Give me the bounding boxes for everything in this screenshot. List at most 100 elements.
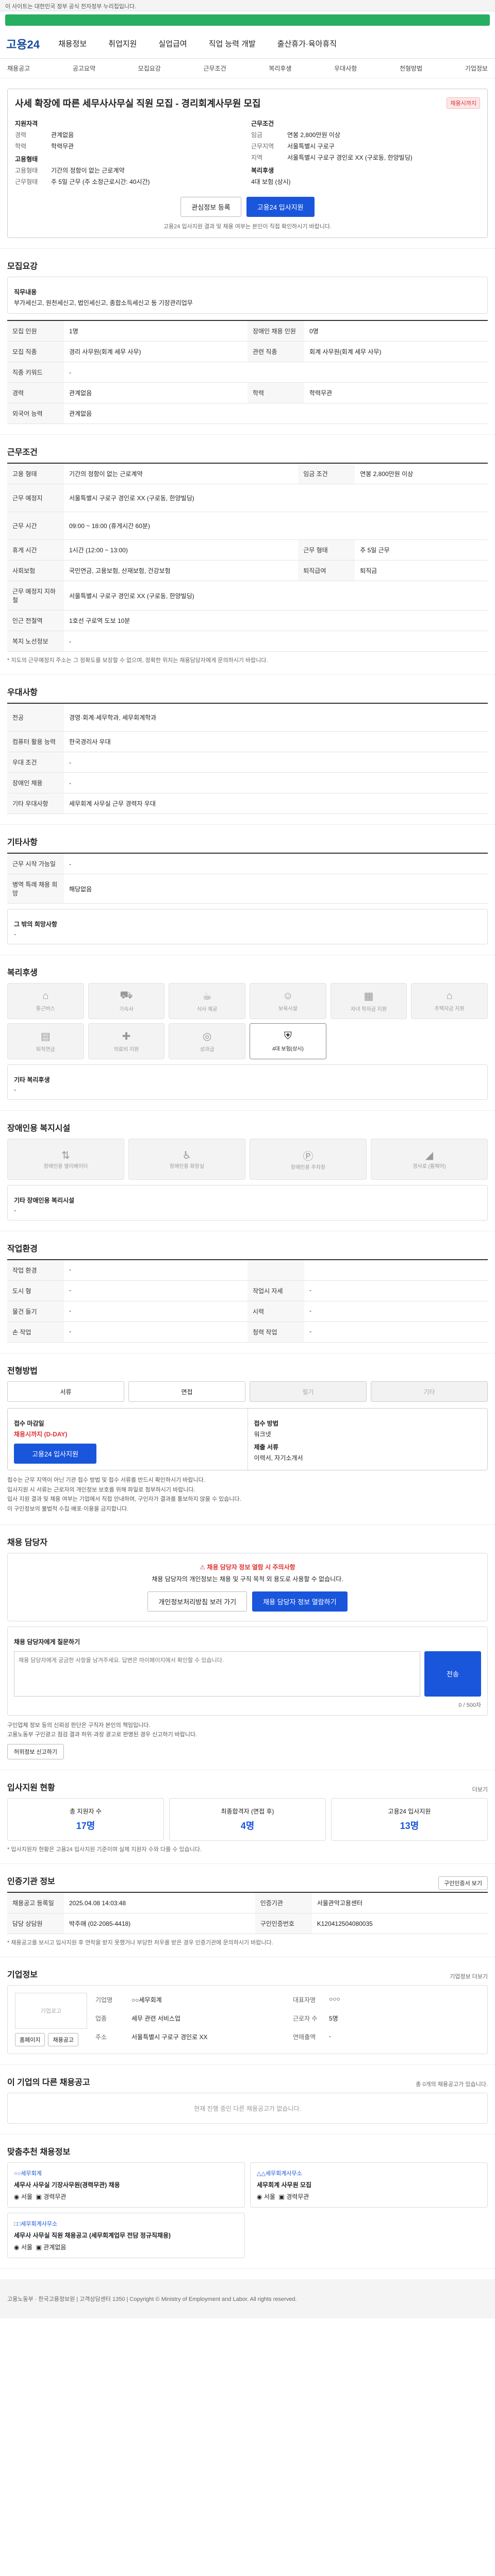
tab-item[interactable]: 전형방법 — [400, 64, 422, 73]
apply-button[interactable]: 고용24 입사지원 — [246, 197, 315, 217]
tab-item[interactable]: 공고요약 — [73, 64, 95, 73]
certificate-button[interactable]: 구인인증서 보기 — [438, 1876, 488, 1890]
tab-item[interactable]: 모집요강 — [138, 64, 161, 73]
tab-item[interactable]: 채용공고 — [7, 64, 30, 73]
row-key: 외국어 능력 — [7, 403, 64, 424]
row-value: - — [69, 1266, 71, 1273]
recommend-card[interactable]: ○○세무회계 세무사 사무실 기장사무원(경력무관) 채용 ◉ 서울 ▣ 경력무… — [7, 2162, 245, 2208]
stat-label: 고용24 입사지원 — [388, 1808, 431, 1816]
section-title: 장애인용 복지시설 — [7, 1124, 71, 1133]
row-value: - — [64, 362, 488, 383]
stat-card: 최종합격자 (면접 후) 4명 — [169, 1798, 326, 1841]
row-value: - — [69, 1307, 71, 1314]
row-key: 시력 — [248, 1301, 304, 1321]
more-link[interactable]: 더보기 — [472, 1785, 488, 1793]
disability-item: ⇅ 장애인용 엘리베이터 — [7, 1139, 124, 1180]
privacy-policy-button[interactable]: 개인정보처리방침 보러 가기 — [147, 1591, 248, 1612]
row-value: - — [64, 631, 488, 652]
homepage-button[interactable]: 홈페이지 — [15, 2033, 45, 2047]
row-value: - — [64, 752, 488, 773]
row-key: 근무 시작 가능일 — [7, 853, 64, 874]
empty-state: 현재 진행 중인 다른 채용공고가 없습니다. — [7, 2093, 488, 2124]
tab-item[interactable]: 기업정보 — [465, 64, 488, 73]
welfare-item: ▦ 자녀 학자금 지원 — [330, 983, 407, 1019]
welfare-item: ☕ 식사 제공 — [169, 983, 245, 1019]
row-key: 직종 키워드 — [7, 362, 64, 383]
bonus-icon: ◎ — [202, 1031, 212, 1042]
pref-section: 우대사항 전공 경영·회계·세무학과, 세무회계학과 컴퓨터 활용 능력 한국경리사… — [0, 675, 495, 825]
gnb-item[interactable]: 실업급여 — [158, 38, 187, 49]
welfare-label: 퇴직연금 — [36, 1047, 55, 1053]
kv-value: 서울특별시 구로구 경인로 XX — [131, 2033, 208, 2041]
method-interview: 면접 — [128, 1381, 245, 1402]
environment-section: 작업환경 작업 환경 - 도시 형- 작업시 자세 - 물건 들기 - 시력 - 손 작… — [0, 1231, 495, 1353]
gnb-item[interactable]: 취업지원 — [108, 38, 137, 49]
kv-value: 서울특별시 구로구 — [287, 143, 335, 150]
welfare-box: 기타 복리후생 - — [7, 1064, 488, 1100]
box-value: - — [14, 930, 16, 938]
box-heading: 기타 장애인용 복리시설 — [14, 1197, 75, 1204]
gnb-item[interactable]: 채용정보 — [58, 38, 87, 49]
deadline-value: 채용시까지 (D-DAY) — [14, 1431, 68, 1438]
disability-label: 경사로 (휠체어) — [412, 1164, 446, 1170]
row-key: 전공 — [7, 703, 64, 732]
agency-table: 채용공고 등록일 2025.04.08 14:03:48 인증기관 서울관악고용센터 … — [7, 1892, 488, 1935]
method-row: 서류 면접 필기 기타 — [7, 1381, 488, 1402]
tab-item[interactable]: 우대사항 — [334, 64, 357, 73]
alert-icon: ⚠ — [200, 1563, 207, 1571]
recommend-card[interactable]: □□세무회계사무소 세무사 사무실 직원 채용공고 (세무회계업무 전담 정규직… — [7, 2213, 245, 2259]
row-value: 2025.04.08 14:03:48 — [64, 1892, 255, 1914]
section-title: 복리후생 — [7, 969, 38, 977]
send-button[interactable]: 전송 — [424, 1651, 481, 1697]
site-footer: 고용노동부 · 한국고용정보원 | 고객상담센터 1350 | Copyrigh… — [0, 2279, 495, 2319]
section-title: 이 기업의 다른 채용공고 — [7, 2078, 90, 2088]
more-link[interactable]: 기업정보 더보기 — [450, 1972, 488, 1980]
recommend-tag: 서울 — [263, 2193, 275, 2201]
apply-button[interactable]: 고용24 입사지원 — [14, 1444, 96, 1464]
stat-label: 최종합격자 (면접 후) — [221, 1808, 274, 1816]
parking-icon: Ⓟ — [303, 1151, 314, 1162]
child-icon: ☺ — [283, 990, 293, 1002]
welfare-grid: ⌂ 통근버스 ⛟ 기숙사 ☕ 식사 제공 ☺ 보육시설 ▦ 자녀 학자금 지원 ⌂ 주택자금… — [7, 983, 488, 1059]
inquiry-textarea[interactable] — [14, 1651, 420, 1697]
row-value: - — [69, 1286, 71, 1294]
gnb-item[interactable]: 직업 능력 개발 — [209, 38, 256, 49]
welfare-label: 자녀 학자금 지원 — [351, 1007, 387, 1012]
row-key: 모집 직종 — [7, 341, 64, 362]
view-contact-button[interactable]: 채용 담당자 정보 열람하기 — [252, 1591, 348, 1612]
job-desc-heading: 직무내용 — [14, 289, 37, 296]
tab-item[interactable]: 복리후생 — [269, 64, 291, 73]
qualification-heading: 지원자격 — [15, 120, 38, 127]
method-written: 필기 — [250, 1381, 367, 1402]
row-value: - — [309, 1286, 311, 1294]
site-logo[interactable]: 고용24 — [6, 36, 40, 52]
row-value: 경영·회계·세무학과, 세무회계학과 — [64, 703, 488, 732]
scrap-button[interactable]: 관심정보 등록 — [180, 197, 241, 217]
recruit-section: 모집요강 직무내용 부가세신고, 원천세신고, 법인세신고, 종합소득세신고 등… — [0, 249, 495, 435]
calendar-icon: ▦ — [364, 991, 374, 1002]
row-value: - — [309, 1328, 311, 1335]
welfare-item: ☺ 보육시설 — [250, 983, 326, 1019]
site-header: 고용24 채용정보 취업지원 실업급여 직업 능력 개발 출산휴가·육아휴직 — [0, 29, 495, 59]
kv-key: 임금 — [251, 131, 263, 139]
row-key: 관련 직종 — [248, 341, 304, 362]
etc-table: 근무 시작 가능일 - 병역 특례 채용 희망 해당없음 — [7, 853, 488, 904]
green-banner[interactable] — [5, 14, 490, 26]
kv-value: 서울특별시 구로구 경인로 XX (구로동, 한양빌딩) — [287, 154, 412, 161]
bullet-item: 입사 지원 결과 및 채용 여부는 기업에서 직접 안내하며, 구인자가 결과를… — [7, 1496, 241, 1503]
box-value: - — [14, 1086, 16, 1093]
gnb-item[interactable]: 출산휴가·육아휴직 — [277, 38, 337, 49]
row-key: 임금 조건 — [298, 463, 355, 484]
row-value: 1명 — [64, 320, 248, 342]
row-value: 국민연금, 고용보험, 산재보험, 건강보험 — [64, 560, 299, 581]
row-key — [248, 1260, 304, 1280]
welfare-item: ▤ 퇴직연금 — [7, 1023, 84, 1059]
tab-item[interactable]: 근무조건 — [203, 64, 226, 73]
report-button[interactable]: 허위정보 신고하기 — [7, 1744, 64, 1760]
row-key: 구인인증번호 — [255, 1913, 312, 1935]
company-jobs-button[interactable]: 채용공고 — [48, 2033, 78, 2047]
row-key: 우대 조건 — [7, 752, 64, 773]
kv-value: - — [329, 2032, 331, 2040]
recommend-card[interactable]: △△세무회계사무소 세무회계 사무원 모집 ◉ 서울 ▣ 경력무관 — [250, 2162, 488, 2208]
environment-grid: 작업 환경 - 도시 형- 작업시 자세 - 물건 들기 - 시력 - 손 작업 - 청력… — [7, 1259, 488, 1343]
